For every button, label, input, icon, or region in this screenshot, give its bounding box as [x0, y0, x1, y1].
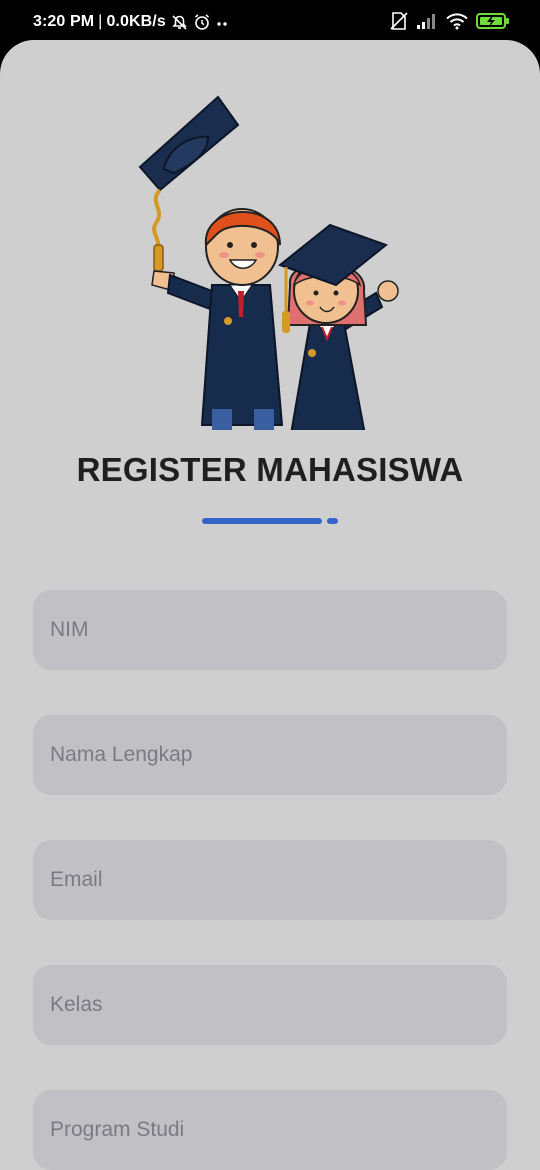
nama-lengkap-input[interactable] [50, 743, 490, 767]
status-net-speed: 0.0KB/s [106, 13, 166, 30]
status-time: 3:20 PM [33, 13, 95, 30]
graduation-students-illustration [138, 95, 399, 430]
program-studi-field[interactable] [33, 1090, 507, 1170]
email-input[interactable] [50, 868, 490, 892]
program-studi-input[interactable] [50, 1118, 490, 1142]
girl-figure [277, 223, 399, 430]
page-title: REGISTER MAHASISWA [76, 451, 464, 488]
register-card: REGISTER MAHASISWA [0, 40, 540, 1170]
kelas-input[interactable] [50, 993, 490, 1017]
nim-input[interactable] [50, 618, 490, 642]
no-sim-icon [390, 12, 408, 30]
status-bar: 3:20 PM | 0.0KB/s [0, 0, 540, 44]
wifi-icon [446, 13, 468, 30]
email-field[interactable] [33, 840, 507, 920]
alarm-icon [194, 14, 209, 30]
more-dots-icon [217, 21, 227, 26]
signal-icon [417, 14, 435, 29]
title-underline-indicator [202, 518, 322, 524]
title-underline-dot [327, 518, 338, 524]
boy-figure [151, 208, 284, 430]
nim-field[interactable] [33, 590, 507, 670]
battery-charging-icon [476, 13, 509, 29]
nama-lengkap-field[interactable] [33, 715, 507, 795]
bell-off-icon [172, 14, 187, 30]
status-left: 3:20 PM | 0.0KB/s [33, 13, 228, 31]
kelas-field[interactable] [33, 965, 507, 1045]
status-separator: | [98, 13, 103, 30]
status-right [390, 11, 510, 31]
